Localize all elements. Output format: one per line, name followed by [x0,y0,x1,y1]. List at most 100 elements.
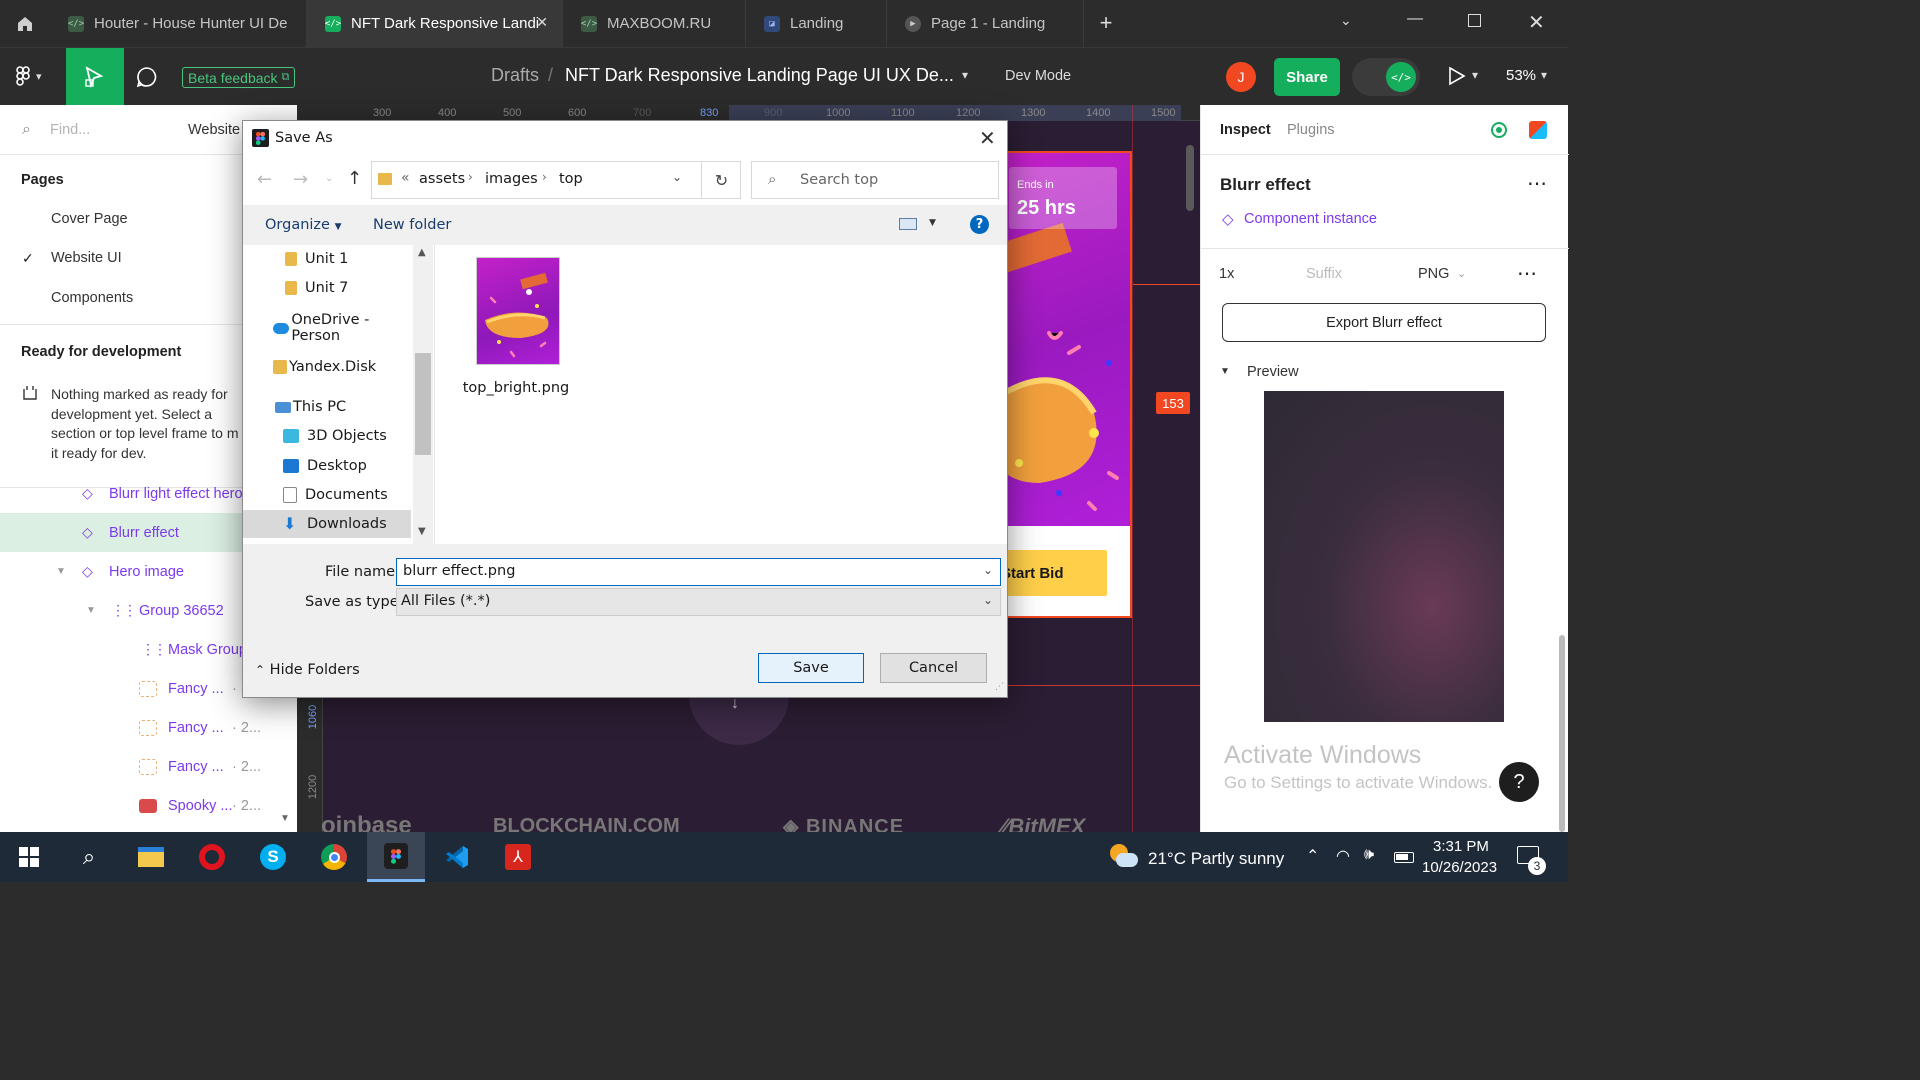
organize-menu[interactable]: Organize ▼ [265,217,342,233]
path-segment-images[interactable]: images [485,171,538,187]
preview-collapse-icon[interactable]: ▼ [1220,366,1230,377]
tab-nft-landing[interactable]: </> NFT Dark Responsive Landi ✕ [307,0,563,47]
maximize-icon[interactable] [1468,14,1481,27]
save-type-dropdown-icon[interactable]: ⌄ [983,593,993,607]
new-tab-icon[interactable]: + [1094,10,1118,36]
panel-scrollbar[interactable] [1559,635,1565,832]
home-icon[interactable] [0,0,50,47]
clock-time[interactable]: 3:31 PM [1433,838,1489,855]
view-chevron-icon[interactable]: ▼ [929,218,936,228]
scroll-up-arrow-icon[interactable]: ▲ [418,247,426,258]
file-name-dropdown-icon[interactable]: ⌄ [983,563,993,577]
skype-icon[interactable]: S [256,840,290,874]
scroll-down-arrow-icon[interactable]: ▼ [280,813,290,824]
path-segment-top[interactable]: top [559,171,583,187]
back-arrow-icon[interactable]: ← [257,169,272,190]
expand-chevron-icon[interactable]: ▼ [56,566,66,577]
page-item-cover[interactable]: Cover Page [51,211,128,227]
nav-item-desktop[interactable]: Desktop [243,452,411,480]
hero-card-frame[interactable]: Ends in 25 hrs Start Bid [997,151,1132,618]
close-tab-icon[interactable]: ✕ [536,14,548,31]
layer-fancy-3[interactable]: Fancy ... · 2... [0,747,297,786]
help-button[interactable]: ? [1499,762,1539,802]
new-folder-button[interactable]: New folder [373,217,451,233]
start-bid-button[interactable]: Start Bid [999,550,1107,596]
path-overflow[interactable]: « [401,170,410,186]
breadcrumb-drafts[interactable]: Drafts [491,65,539,86]
forward-arrow-icon[interactable]: → [293,169,308,190]
zoom-level[interactable]: 53% [1506,67,1536,84]
file-menu-chevron-icon[interactable]: ▾ [962,68,968,82]
battery-icon[interactable] [1394,852,1414,863]
nav-scrollbar[interactable]: ▲ ▼ [413,245,433,544]
vscode-icon[interactable] [440,840,474,874]
nav-item-unit-1[interactable]: Unit 1 [243,245,411,273]
up-arrow-icon[interactable]: ↑ [347,168,362,189]
tab-maxboom[interactable]: </> MAXBOOM.RU [563,0,746,47]
file-title[interactable]: NFT Dark Responsive Landing Page UI UX D… [565,65,954,86]
windows-start-icon[interactable] [12,840,46,874]
path-segment-assets[interactable]: assets [419,171,465,187]
nav-item-onedrive[interactable]: OneDrive - Person [243,312,411,344]
scroll-down-arrow-icon[interactable]: ▼ [418,526,426,537]
more-options-icon[interactable]: ⋯ [1527,171,1548,196]
page-item-components[interactable]: Components [51,290,133,306]
expand-chevron-icon[interactable]: ▼ [86,605,96,616]
plugin-icon[interactable] [1529,121,1547,139]
address-dropdown-icon[interactable]: ⌄ [672,170,682,184]
refresh-icon[interactable]: ↻ [701,161,741,199]
minimize-icon[interactable]: — [1407,10,1423,28]
resize-grip-icon[interactable]: ⋰ [995,682,1004,692]
find-input[interactable]: Find... [50,122,90,138]
tab-list-chevron-icon[interactable]: ⌄ [1340,12,1352,29]
tray-overflow-icon[interactable]: ⌃ [1306,846,1319,866]
acrobat-icon[interactable]: ⅄ [501,840,535,874]
clock-date[interactable]: 10/26/2023 [1422,859,1497,876]
file-item[interactable]: top_bright.png [461,253,571,396]
search-icon[interactable]: ⌕ [72,840,106,874]
present-chevron-icon[interactable]: ▾ [1472,68,1478,82]
page-selector[interactable]: Website [188,122,240,138]
address-bar[interactable]: « assets › images › top ⌄ [371,161,741,199]
weather-text[interactable]: 21°C Partly sunny [1148,849,1284,869]
export-options-icon[interactable]: ⋯ [1517,261,1538,286]
tab-page1-landing[interactable]: ▶ Page 1 - Landing [887,0,1084,47]
figma-taskbar-button[interactable] [367,832,425,882]
search-box[interactable]: ⌕ Search top [751,161,999,199]
tab-plugins[interactable]: Plugins [1287,122,1335,138]
save-button[interactable]: Save [758,653,864,683]
nav-item-documents[interactable]: Documents [243,481,411,509]
file-explorer-icon[interactable] [134,840,168,874]
nav-item-downloads[interactable]: ⬇ Downloads [243,510,411,538]
share-button[interactable]: Share [1274,58,1340,96]
volume-icon[interactable]: 🕪 [1364,846,1374,864]
layer-fancy-2[interactable]: Fancy ... · 2... [0,708,297,747]
nav-item-unit-7[interactable]: Unit 7 [243,274,411,302]
page-item-website-ui[interactable]: Website UI [51,250,122,266]
nav-item-this-pc[interactable]: This PC [243,393,411,421]
chrome-icon[interactable] [317,840,351,874]
avatar[interactable]: J [1226,62,1256,92]
export-suffix-input[interactable]: Suffix [1306,266,1342,282]
layer-spooky[interactable]: Spooky ... · 2... [0,786,297,825]
weather-icon[interactable] [1110,844,1138,870]
zoom-chevron-icon[interactable]: ▾ [1541,68,1547,82]
tab-landing[interactable]: ◪ Landing [746,0,887,47]
dialog-help-button[interactable]: ? [970,215,989,234]
tab-houter[interactable]: </> Houter - House Hunter UI De [50,0,307,47]
nav-item-3d-objects[interactable]: 3D Objects [243,422,411,450]
tab-inspect[interactable]: Inspect [1220,122,1271,138]
close-window-icon[interactable]: ✕ [1528,10,1545,35]
dev-resources-icon[interactable] [1491,122,1507,138]
hide-folders-button[interactable]: ⌃ Hide Folders [255,662,360,678]
comment-tool-button[interactable] [136,66,158,91]
beta-feedback-button[interactable]: Beta feedback ⧉ [182,67,296,88]
cancel-button[interactable]: Cancel [880,653,987,683]
export-scale[interactable]: 1x [1219,266,1234,282]
network-icon[interactable]: ◠ [1336,846,1350,866]
opera-icon[interactable] [195,840,229,874]
nav-item-yandex-disk[interactable]: Yandex.Disk [243,353,411,381]
component-instance-link[interactable]: Component instance [1244,211,1377,227]
dialog-close-icon[interactable]: ✕ [979,126,996,150]
view-options-icon[interactable] [899,218,917,230]
